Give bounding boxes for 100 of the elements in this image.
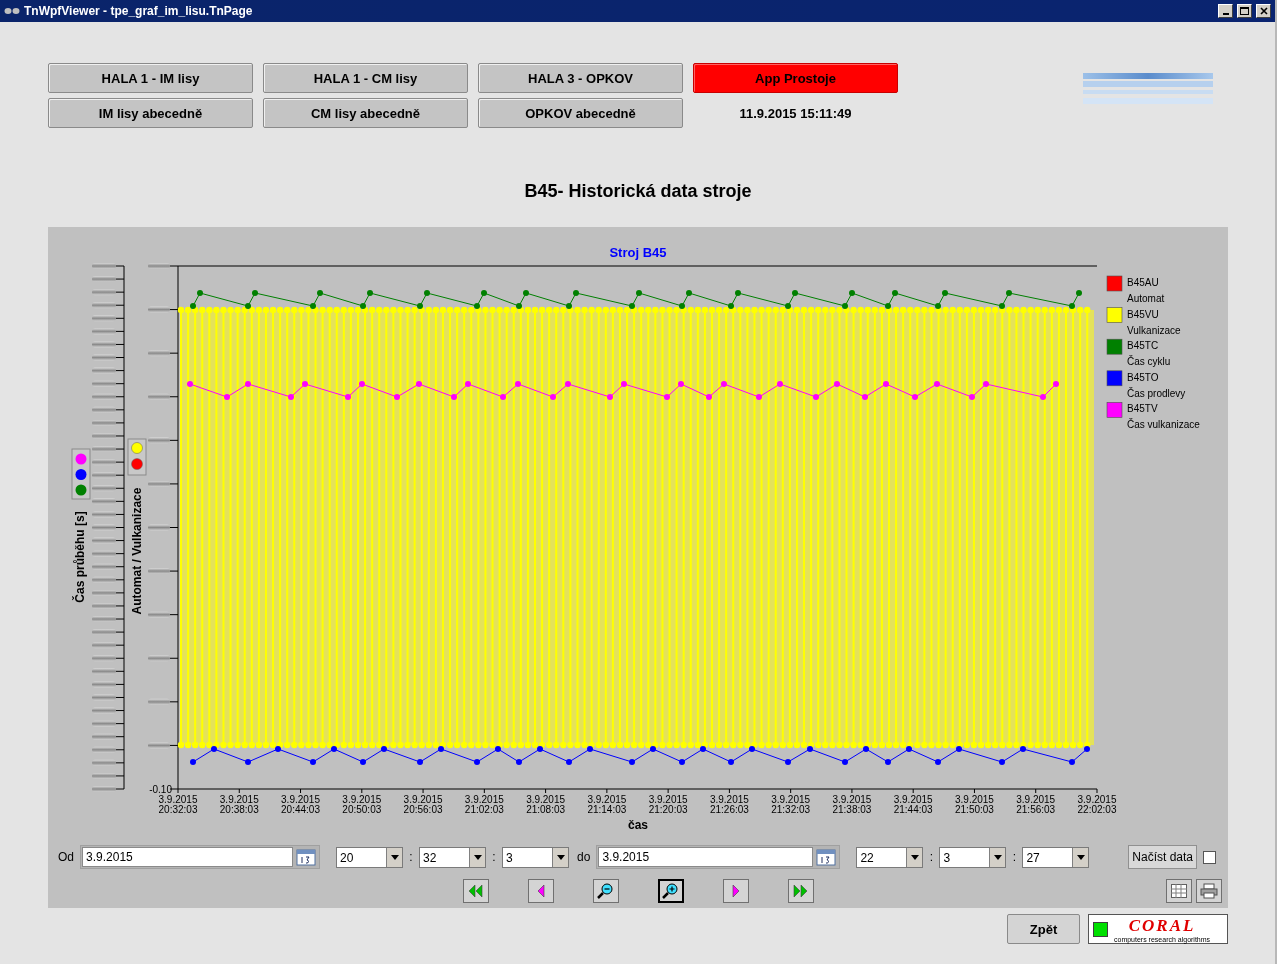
range-label: do <box>577 850 591 864</box>
dropdown-arrow-icon <box>910 854 919 860</box>
tick-label: 3.9.2015 <box>1016 794 1056 805</box>
timestamp: 11.9.2015 15:11:49 <box>739 105 852 121</box>
dropdown-arrow-icon <box>473 854 482 860</box>
nav-button[interactable]: App Prostoje <box>693 63 898 93</box>
dropdown-arrow-icon <box>390 854 399 860</box>
tick-label: 21:26:03 <box>709 804 749 815</box>
minimize-button[interactable] <box>1218 4 1233 18</box>
logo-name: CORAL <box>1128 915 1196 936</box>
tick-label: 3.9.2015 <box>832 794 872 805</box>
calendar-icon[interactable] <box>296 848 316 866</box>
chart-nav-button[interactable] <box>593 879 619 903</box>
legend-label: B45AU <box>1127 277 1159 288</box>
legend-label: Čas vulkanizace <box>1127 419 1200 431</box>
tick-label: 20:38:03 <box>219 804 259 815</box>
date-field[interactable]: 3.9.2015 <box>598 847 814 867</box>
dropdown-arrow-icon <box>993 854 1002 860</box>
time-separator: : <box>928 850 935 864</box>
tick-label: 20:50:03 <box>342 804 382 815</box>
table-icon <box>1171 884 1187 898</box>
range-label: Od <box>58 850 74 864</box>
page-title: B45- Historická data stroje <box>523 181 753 203</box>
tick-label: 3.9.2015 <box>464 794 504 805</box>
tick-label: 3.9.2015 <box>1077 794 1117 805</box>
time-separator: : <box>1011 850 1018 864</box>
tick-label: 3.9.2015 <box>771 794 811 805</box>
tick-label: 21:50:03 <box>955 804 994 815</box>
tick-label: -0.10 <box>149 784 172 795</box>
time-dropdown[interactable]: 22 <box>856 846 924 868</box>
tick-label: 3.9.2015 <box>955 794 994 805</box>
legend-label: Automat <box>1127 293 1165 304</box>
chart-nav-button[interactable] <box>658 879 684 903</box>
zoom-in-icon <box>661 882 681 900</box>
date-field[interactable]: 3.9.2015 <box>82 847 293 867</box>
tick-label: 21:38:03 <box>832 804 872 815</box>
load-data-button[interactable]: Načíst data <box>1128 845 1197 869</box>
close-icon <box>1259 7 1268 15</box>
axis-title: Automat / Vulkanizace <box>130 487 144 615</box>
tick-label: 3.9.2015 <box>342 794 382 805</box>
maximize-button[interactable] <box>1237 4 1252 18</box>
legend-label: Vulkanizace <box>1127 324 1181 336</box>
tick-label: 3.9.2015 <box>219 794 259 805</box>
nav-button[interactable]: CM lisy abecedně <box>263 98 468 128</box>
tick-label: 3.9.2015 <box>893 794 933 805</box>
printer-icon <box>1200 883 1218 899</box>
nav-button[interactable]: HALA 3 - OPKOV <box>478 63 683 93</box>
nav-button[interactable]: HALA 1 - IM lisy <box>48 63 253 93</box>
tick-label: 21:44:03 <box>893 804 933 815</box>
zoom-out-icon <box>596 882 616 900</box>
maximize-icon <box>1240 7 1249 15</box>
legend-label: B45VU <box>1127 308 1159 320</box>
tick-label: 21:20:03 <box>648 804 688 815</box>
tick-label: 20:32:03 <box>158 804 198 815</box>
tick-label: 21:56:03 <box>1016 804 1056 815</box>
time-dropdown[interactable]: 3 <box>502 846 569 868</box>
tick-label: 21:02:03 <box>464 804 504 815</box>
table-view-button[interactable] <box>1166 879 1192 903</box>
legend-label: B45TV <box>1127 403 1158 415</box>
checkbox[interactable] <box>1203 850 1216 864</box>
time-separator: : <box>491 850 497 864</box>
tick-label: 20:44:03 <box>281 804 320 815</box>
nav-button[interactable]: OPKOV abecedně <box>478 98 683 128</box>
axis-title: čas <box>628 818 648 832</box>
app-icon <box>4 6 20 16</box>
series-toggle-button[interactable] <box>127 438 147 476</box>
time-dropdown[interactable]: 27 <box>1022 846 1090 868</box>
chart-title: Stroj B45 <box>609 245 667 260</box>
time-dropdown[interactable]: 3 <box>939 846 1007 868</box>
axis-title: Čas průběhu [s] <box>73 511 87 603</box>
tick-label: 3.9.2015 <box>587 794 627 805</box>
nav-button[interactable]: HALA 1 - CM lisy <box>263 63 468 93</box>
tick-label: 3.9.2015 <box>648 794 688 805</box>
window-title: TnWpfViewer - tpe_graf_im_lisu.TnPage <box>24 4 254 18</box>
legend-label: Čas cyklu <box>1127 356 1171 368</box>
tick-label: 22:02:03 <box>1077 804 1117 815</box>
tick-label: 3.9.2015 <box>281 794 320 805</box>
tick-label: 3.9.2015 <box>526 794 566 805</box>
dropdown-arrow-icon <box>556 854 565 860</box>
legend-label: B45TC <box>1127 340 1159 352</box>
dropdown-arrow-icon <box>1076 854 1085 860</box>
calendar-icon[interactable] <box>816 848 837 866</box>
tick-label: 21:08:03 <box>526 804 566 815</box>
tick-label: 21:14:03 <box>587 804 627 815</box>
series-toggle-button[interactable] <box>71 448 91 500</box>
time-dropdown[interactable]: 20 <box>336 846 403 868</box>
rewind-icon <box>466 882 486 900</box>
tick-label: 20:56:03 <box>403 804 443 815</box>
legend-label: Čas prodlevy <box>1127 387 1186 399</box>
nav-button[interactable]: IM lisy abecedně <box>48 98 253 128</box>
close-button[interactable] <box>1256 4 1271 18</box>
back-button[interactable]: Zpět <box>1007 914 1080 944</box>
time-dropdown[interactable]: 32 <box>419 846 486 868</box>
print-button[interactable] <box>1196 879 1222 903</box>
time-separator: : <box>408 850 414 864</box>
tick-label: 3.9.2015 <box>709 794 749 805</box>
legend-label: B45TO <box>1127 371 1159 383</box>
tick-label: 3.9.2015 <box>403 794 443 805</box>
tick-label: 3.9.2015 <box>158 794 198 805</box>
tick-label: 21:32:03 <box>771 804 811 815</box>
